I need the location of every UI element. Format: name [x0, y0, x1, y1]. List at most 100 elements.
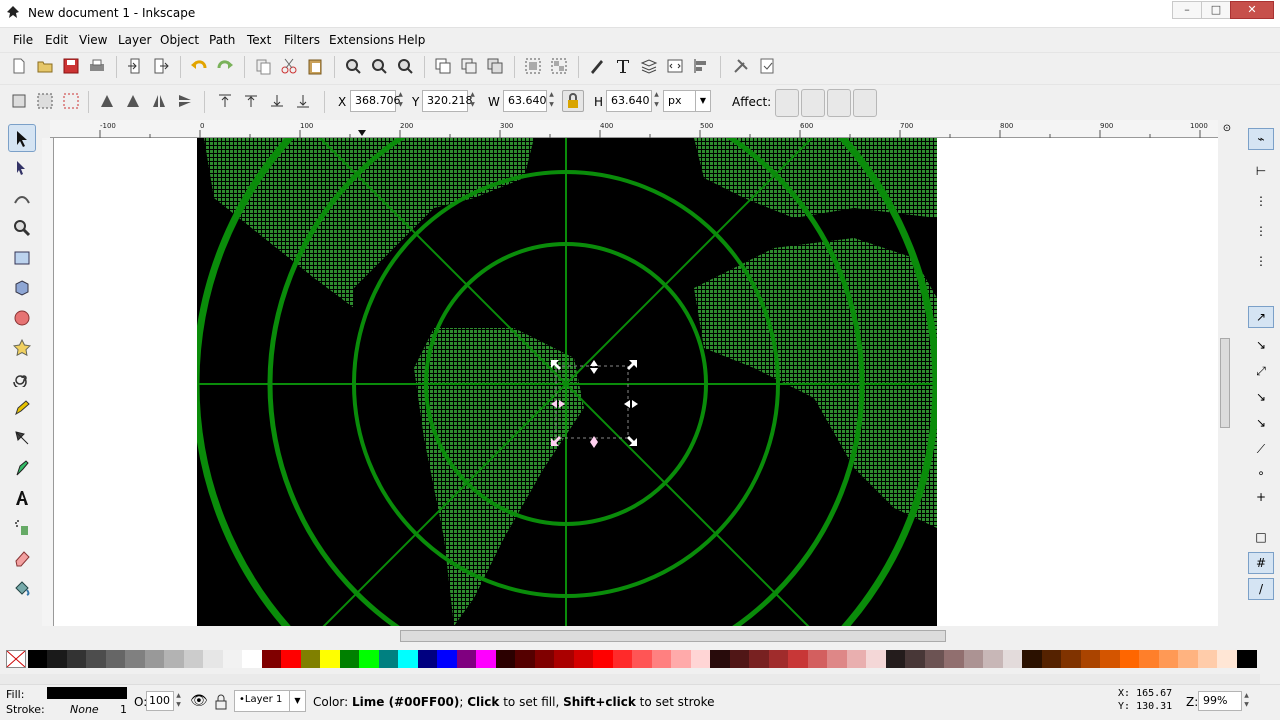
color-swatch[interactable]	[1217, 650, 1238, 668]
y-input[interactable]: 320.218	[422, 90, 473, 112]
color-swatch[interactable]	[651, 650, 672, 668]
snap-guides-icon[interactable]: /	[1248, 578, 1274, 600]
color-swatch[interactable]	[203, 650, 224, 668]
rotate-cw-icon[interactable]	[122, 90, 144, 112]
color-swatch[interactable]	[515, 650, 536, 668]
raise-icon[interactable]	[240, 90, 262, 112]
menu-object[interactable]: Object	[160, 33, 199, 47]
menu-edit[interactable]: Edit	[45, 33, 68, 47]
opacity-input[interactable]: 100	[146, 691, 174, 711]
flip-vertical-icon[interactable]	[174, 90, 196, 112]
color-swatch[interactable]	[495, 650, 516, 668]
color-swatch[interactable]	[1178, 650, 1199, 668]
vertical-scrollbar[interactable]	[1218, 138, 1232, 626]
color-swatch[interactable]	[1197, 650, 1218, 668]
deselect-icon[interactable]	[60, 90, 82, 112]
color-swatch[interactable]	[944, 650, 965, 668]
flip-horizontal-icon[interactable]	[148, 90, 170, 112]
fill-indicator[interactable]	[47, 687, 127, 699]
color-swatch[interactable]	[300, 650, 321, 668]
menu-help[interactable]: Help	[398, 33, 425, 47]
canvas[interactable]	[54, 138, 1218, 626]
affect-stroke-width-toggle[interactable]	[775, 89, 799, 117]
menu-layer[interactable]: Layer	[118, 33, 151, 47]
color-swatch[interactable]	[125, 650, 146, 668]
new-document-icon[interactable]	[8, 55, 30, 77]
color-swatch[interactable]	[476, 650, 497, 668]
color-swatch[interactable]	[612, 650, 633, 668]
w-spinner[interactable]: ▲ ▼	[547, 90, 556, 112]
color-swatch[interactable]	[417, 650, 438, 668]
clone-icon[interactable]	[458, 55, 480, 77]
color-swatch[interactable]	[827, 650, 848, 668]
color-swatch[interactable]	[963, 650, 984, 668]
no-paint-swatch[interactable]	[6, 650, 26, 668]
lower-icon[interactable]	[266, 90, 288, 112]
color-swatch[interactable]	[905, 650, 926, 668]
star-tool-icon[interactable]	[8, 334, 36, 362]
color-swatch[interactable]	[1236, 650, 1257, 668]
color-swatch[interactable]	[66, 650, 87, 668]
snap-smooth-nodes-icon[interactable]: ↘	[1248, 412, 1274, 434]
snap-centers-icon[interactable]: ∘	[1248, 462, 1274, 484]
zoom-selection-icon[interactable]	[342, 55, 364, 77]
preferences-icon[interactable]	[730, 55, 752, 77]
snap-page-border-icon[interactable]: □	[1248, 526, 1274, 548]
horizontal-scroll-thumb[interactable]	[400, 630, 946, 642]
zoom-input[interactable]: 99%	[1198, 691, 1242, 711]
lock-layer-icon[interactable]	[214, 694, 228, 710]
calligraphy-tool-icon[interactable]	[8, 454, 36, 482]
palette-scrollbar[interactable]	[0, 674, 1260, 684]
color-swatch[interactable]	[924, 650, 945, 668]
menu-view[interactable]: View	[79, 33, 107, 47]
color-swatch[interactable]	[378, 650, 399, 668]
print-icon[interactable]	[86, 55, 108, 77]
ungroup-icon[interactable]	[548, 55, 570, 77]
color-swatch[interactable]	[573, 650, 594, 668]
color-swatch[interactable]	[593, 650, 614, 668]
color-swatch[interactable]	[846, 650, 867, 668]
selector-tool-icon[interactable]	[8, 124, 36, 152]
zoom-fit-icon[interactable]: ⊙	[1218, 120, 1236, 138]
spray-tool-icon[interactable]	[8, 514, 36, 542]
node-tool-icon[interactable]	[8, 154, 36, 182]
snap-intersections-icon[interactable]: ⤢	[1248, 360, 1274, 382]
color-swatch[interactable]	[885, 650, 906, 668]
color-swatch[interactable]	[47, 650, 68, 668]
color-swatch[interactable]	[1041, 650, 1062, 668]
color-swatch[interactable]	[222, 650, 243, 668]
bucket-fill-tool-icon[interactable]	[8, 574, 36, 602]
color-swatch[interactable]	[1119, 650, 1140, 668]
rotate-ccw-icon[interactable]	[96, 90, 118, 112]
layer-select[interactable]: •Layer 1 ▼	[234, 690, 306, 712]
snap-bbox-edges-icon[interactable]: ⋮	[1248, 190, 1274, 212]
paste-icon[interactable]	[304, 55, 326, 77]
document-properties-icon[interactable]	[756, 55, 778, 77]
3d-box-tool-icon[interactable]	[8, 274, 36, 302]
color-swatch[interactable]	[320, 650, 341, 668]
zoom-spinner[interactable]: ▲ ▼	[1242, 691, 1251, 711]
maximize-button[interactable]: □	[1201, 1, 1231, 19]
color-swatch[interactable]	[866, 650, 887, 668]
menu-path[interactable]: Path	[209, 33, 235, 47]
color-swatch[interactable]	[144, 650, 165, 668]
snap-bbox-midpoints-icon[interactable]: ⋮	[1248, 250, 1274, 272]
color-swatch[interactable]	[164, 650, 185, 668]
vertical-scroll-thumb[interactable]	[1220, 338, 1230, 428]
color-swatch[interactable]	[768, 650, 789, 668]
lock-icon[interactable]	[562, 90, 584, 112]
select-all-icon[interactable]	[8, 90, 30, 112]
x-spinner[interactable]: ▲ ▼	[396, 90, 405, 112]
ellipse-tool-icon[interactable]	[8, 304, 36, 332]
color-swatch[interactable]	[261, 650, 282, 668]
color-swatch[interactable]	[554, 650, 575, 668]
horizontal-scrollbar[interactable]	[54, 628, 1218, 644]
color-swatch[interactable]	[1158, 650, 1179, 668]
eraser-tool-icon[interactable]	[8, 544, 36, 572]
y-spinner[interactable]: ▲ ▼	[468, 90, 477, 112]
color-swatch[interactable]	[1100, 650, 1121, 668]
redo-icon[interactable]	[214, 55, 236, 77]
color-swatch[interactable]	[710, 650, 731, 668]
raise-to-top-icon[interactable]	[214, 90, 236, 112]
snap-cusp-nodes-icon[interactable]: ↘	[1248, 386, 1274, 408]
